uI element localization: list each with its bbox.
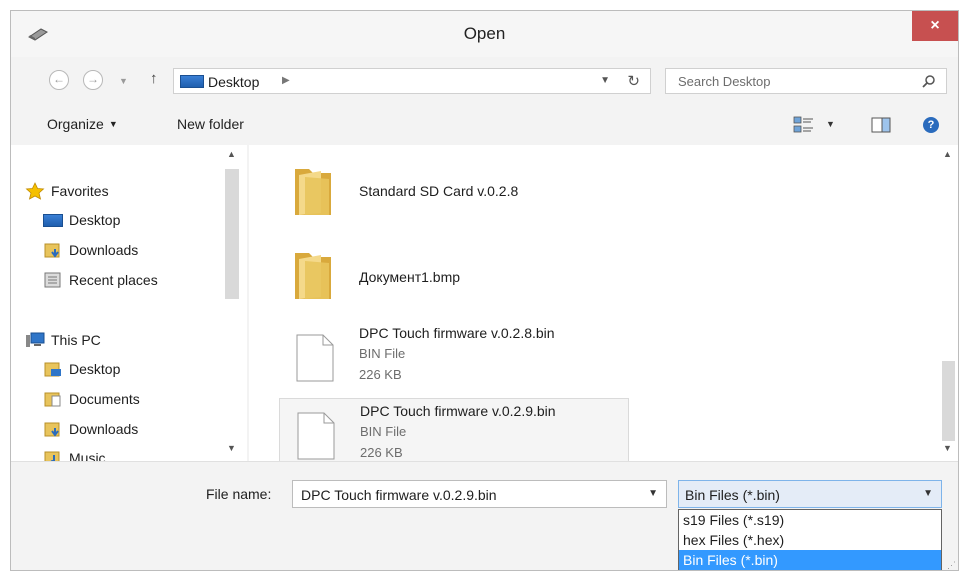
organize-button[interactable]: Organize ▼ (47, 116, 118, 132)
sidebar-item-documents[interactable]: Documents (43, 387, 140, 411)
list-item[interactable]: Standard SD Card v.0.2.8 (279, 153, 629, 229)
scroll-down-icon[interactable]: ▼ (227, 443, 236, 453)
downloads-folder-icon (44, 243, 60, 258)
file-size: 226 KB (360, 445, 403, 460)
forward-button[interactable]: → (83, 70, 103, 90)
chevron-down-icon: ▼ (108, 119, 118, 129)
list-item[interactable]: Документ1.bmp (279, 237, 629, 313)
folder-icon (295, 169, 331, 215)
preview-pane-icon[interactable] (871, 117, 891, 133)
file-name-combobox[interactable]: ▼ (292, 480, 667, 508)
file-type-dropdown-list: s19 Files (*.s19) hex Files (*.hex) Bin … (678, 509, 942, 570)
sidebar-item-favorites[interactable]: Favorites (25, 179, 109, 203)
downloads-folder-icon (44, 422, 60, 437)
search-input[interactable] (676, 73, 910, 90)
sidebar-label: Downloads (69, 421, 139, 437)
file-type-option-hex[interactable]: hex Files (*.hex) (679, 530, 941, 550)
sidebar-label: Desktop (69, 361, 121, 377)
sidebar-item-pc-downloads[interactable]: Downloads (43, 417, 138, 441)
document-icon (296, 334, 334, 382)
breadcrumb-chevron-icon[interactable]: ▶ (282, 75, 290, 86)
file-name: Standard SD Card v.0.2.8 (359, 183, 519, 199)
music-folder-icon (44, 451, 60, 461)
list-item[interactable]: DPC Touch firmware v.0.2.8.bin BIN File … (279, 321, 629, 397)
sidebar-label: Desktop (69, 212, 121, 228)
file-size: 226 KB (359, 367, 402, 382)
change-view-icon[interactable] (793, 116, 815, 134)
desktop-folder-icon (44, 362, 61, 377)
navigation-scrollbar[interactable]: ▲ ▼ (221, 145, 243, 461)
chevron-down-icon[interactable]: ▼ (923, 488, 933, 499)
sidebar-item-downloads[interactable]: Downloads (43, 238, 138, 262)
desktop-icon (180, 75, 204, 88)
scroll-up-icon[interactable]: ▲ (227, 149, 236, 159)
window-title: Open (463, 24, 506, 43)
scroll-down-icon[interactable]: ▼ (943, 443, 952, 453)
sidebar-item-recent-places[interactable]: Recent places (43, 268, 158, 292)
file-name: Документ1.bmp (359, 269, 461, 285)
folder-icon (295, 253, 331, 299)
close-button[interactable]: × (912, 11, 958, 41)
search-icon[interactable] (922, 74, 936, 88)
address-bar-row: ← → ▼ ↑ Desktop ▶ ▼ ↻ (11, 57, 958, 105)
star-icon (25, 182, 45, 200)
list-item-selected[interactable]: DPC Touch firmware v.0.2.9.bin BIN File … (279, 398, 629, 461)
sidebar-item-music[interactable]: Music (43, 446, 106, 461)
file-type: BIN File (359, 346, 406, 361)
open-dialog: Open × ← → ▼ ↑ Desktop ▶ ▼ ↻ Organize ▼ N… (10, 10, 959, 571)
sidebar-item-this-pc[interactable]: This PC (25, 328, 101, 352)
refresh-icon[interactable]: ↻ (627, 72, 640, 90)
address-bar[interactable]: Desktop ▶ ▼ ↻ (173, 68, 651, 94)
scrollbar-thumb[interactable] (942, 361, 955, 441)
file-type-option-bin[interactable]: Bin Files (*.bin) (679, 550, 941, 570)
title-bar: Open × (11, 11, 958, 57)
address-dropdown-icon[interactable]: ▼ (600, 75, 610, 86)
file-type-value: Bin Files (*.bin) (685, 487, 780, 503)
footer: File name: ▼ Bin Files (*.bin) ▼ s19 Fil… (11, 461, 958, 570)
up-button[interactable]: ↑ (150, 70, 158, 87)
file-list: Standard SD Card v.0.2.8 Документ1.bmp D… (249, 145, 958, 461)
file-list-scrollbar[interactable]: ▲ ▼ (939, 145, 958, 461)
search-box[interactable] (665, 68, 947, 94)
scroll-up-icon[interactable]: ▲ (943, 149, 952, 159)
sidebar-label: Music (69, 450, 106, 461)
chevron-down-icon[interactable]: ▼ (648, 488, 658, 499)
command-bar: Organize ▼ New folder ▼ ? (11, 105, 958, 145)
sidebar-label: This PC (51, 332, 101, 348)
file-name: DPC Touch firmware v.0.2.8.bin (359, 325, 555, 341)
file-type-option-s19[interactable]: s19 Files (*.s19) (679, 510, 941, 530)
desktop-icon (43, 213, 63, 227)
documents-folder-icon (44, 392, 61, 407)
sidebar-item-desktop[interactable]: Desktop (43, 208, 120, 232)
recent-places-icon (44, 272, 61, 288)
back-button[interactable]: ← (49, 70, 69, 90)
help-icon[interactable]: ? (923, 117, 939, 133)
file-name-label: File name: (206, 486, 272, 502)
recent-locations-dropdown[interactable]: ▼ (119, 76, 128, 86)
view-options-dropdown-icon[interactable]: ▼ (826, 119, 835, 129)
sidebar-label: Documents (69, 391, 140, 407)
organize-label: Organize (47, 116, 104, 132)
sidebar-label: Favorites (51, 183, 109, 199)
address-desktop[interactable]: Desktop (208, 74, 259, 90)
new-folder-button[interactable]: New folder (177, 116, 244, 132)
scrollbar-thumb[interactable] (225, 169, 239, 299)
resize-grip-icon[interactable]: ⋰ (947, 560, 956, 570)
file-type: BIN File (360, 424, 407, 439)
document-icon (297, 412, 335, 460)
navigation-pane: Favorites Desktop Downloads Recent place… (11, 145, 247, 461)
computer-icon (26, 332, 45, 347)
sidebar-item-pc-desktop[interactable]: Desktop (43, 357, 120, 381)
sidebar-label: Downloads (69, 242, 139, 258)
file-name: DPC Touch firmware v.0.2.9.bin (360, 403, 556, 419)
sidebar-label: Recent places (69, 272, 158, 288)
file-name-input[interactable] (299, 486, 633, 504)
file-type-select[interactable]: Bin Files (*.bin) ▼ (678, 480, 942, 508)
